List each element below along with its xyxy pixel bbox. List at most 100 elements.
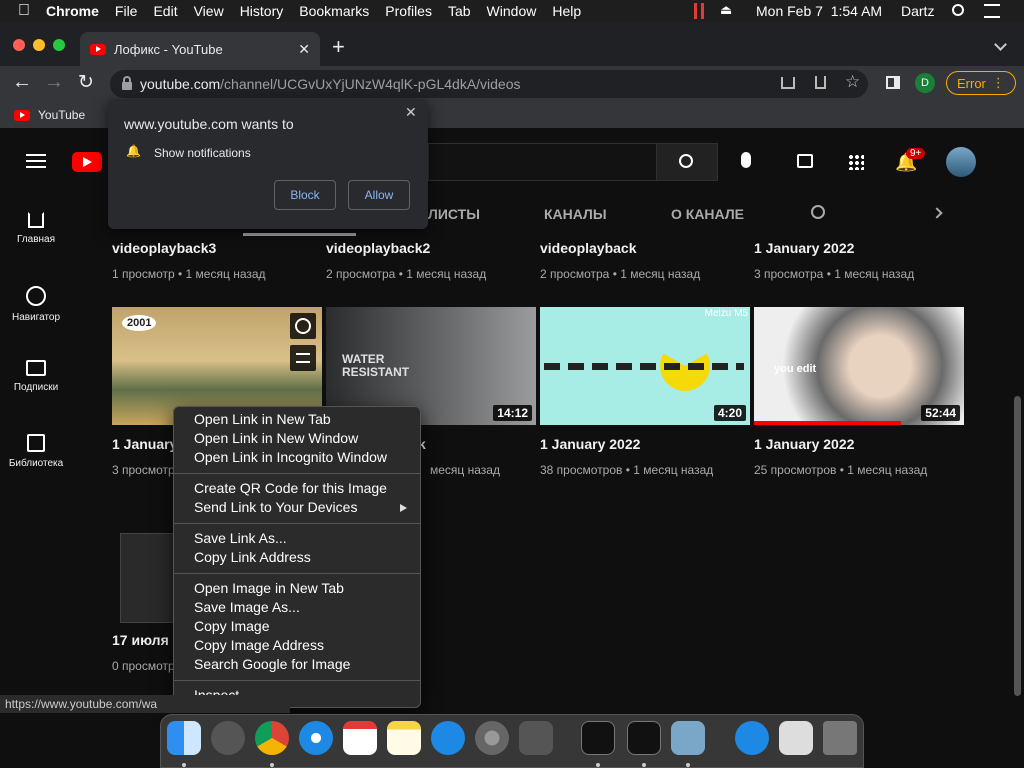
menu-item-send-link-to-devices[interactable]: Send Link to Your Devices xyxy=(194,498,357,517)
install-app-icon[interactable] xyxy=(781,77,795,89)
side-panel-icon[interactable] xyxy=(886,76,900,89)
menu-window[interactable]: Window xyxy=(479,3,545,19)
add-to-queue-icon[interactable] xyxy=(290,345,316,371)
video-title[interactable]: videoplayback xyxy=(540,240,637,256)
window-minimize-button[interactable] xyxy=(33,39,45,51)
menu-item-open-link-incognito[interactable]: Open Link in Incognito Window xyxy=(194,448,387,467)
menu-item-open-link-new-tab[interactable]: Open Link in New Tab xyxy=(194,410,331,429)
sidebar-item-subscriptions[interactable]: Подписки xyxy=(0,360,72,393)
bookmark-star-icon[interactable]: ☆ xyxy=(845,72,860,92)
apps-grid-icon[interactable] xyxy=(848,154,864,170)
voice-search-mic-icon[interactable] xyxy=(741,152,751,168)
menu-app-name[interactable]: Chrome xyxy=(38,3,107,19)
tab-playlists[interactable]: ЛИСТЫ xyxy=(428,206,480,222)
share-icon[interactable] xyxy=(815,76,826,89)
terminal-icon[interactable] xyxy=(581,721,615,755)
lock-icon[interactable] xyxy=(122,76,132,90)
sidebar-item-home[interactable]: Главная xyxy=(0,212,72,245)
error-button[interactable]: Error ⋮ xyxy=(946,71,1016,95)
launchpad-icon[interactable] xyxy=(211,721,245,755)
control-center-icon[interactable] xyxy=(984,4,1000,18)
popup-close-icon[interactable]: ✕ xyxy=(405,104,417,121)
finder-icon[interactable] xyxy=(167,721,201,755)
menu-view[interactable]: View xyxy=(186,3,232,19)
roblox-icon[interactable] xyxy=(519,721,553,755)
video-title[interactable]: 1 January 2022 xyxy=(754,436,854,452)
spotlight-search-icon[interactable] xyxy=(952,4,964,16)
menu-edit[interactable]: Edit xyxy=(145,3,185,19)
bookmark-youtube[interactable]: YouTube xyxy=(14,108,85,122)
block-button[interactable]: Block xyxy=(274,180,336,210)
window-close-button[interactable] xyxy=(13,39,25,51)
safari-icon[interactable] xyxy=(299,721,333,755)
menu-item-open-link-new-window[interactable]: Open Link in New Window xyxy=(194,429,358,448)
menu-item-save-image-as[interactable]: Save Image As... xyxy=(194,598,300,617)
window-zoom-button[interactable] xyxy=(53,39,65,51)
chrome-icon[interactable] xyxy=(255,721,289,755)
profile-avatar[interactable]: D xyxy=(915,73,935,93)
video-thumbnail[interactable] xyxy=(120,533,180,623)
notes-icon[interactable] xyxy=(387,721,421,755)
pellet-row xyxy=(544,363,744,370)
running-indicator xyxy=(686,763,690,767)
tab-about[interactable]: О КАНАЛЕ xyxy=(671,206,744,222)
menubar-datetime[interactable]: Mon Feb 7 1:54 AM xyxy=(756,3,882,19)
record-icon[interactable] xyxy=(694,3,704,19)
allow-button[interactable]: Allow xyxy=(348,180,410,210)
menu-file[interactable]: File xyxy=(107,3,146,19)
watch-later-clock-icon[interactable] xyxy=(290,313,316,339)
video-title[interactable]: 1 January 2022 xyxy=(754,240,854,256)
video-title[interactable]: 17 июля 2 xyxy=(112,632,180,648)
apple-icon[interactable]:  xyxy=(0,2,38,20)
video-title[interactable]: 1 January xyxy=(112,436,177,452)
menu-item-copy-link-address[interactable]: Copy Link Address xyxy=(194,548,311,567)
app-store-icon[interactable] xyxy=(431,721,465,755)
sidebar-item-library[interactable]: Библиотека xyxy=(0,434,72,469)
trash-icon[interactable] xyxy=(823,721,857,755)
reload-icon[interactable]: ↻ xyxy=(78,71,94,94)
forward-arrow-icon[interactable]: → xyxy=(44,71,64,94)
channel-search-icon[interactable] xyxy=(811,205,825,219)
bell-icon: 🔔 xyxy=(126,144,141,158)
youtube-logo-icon[interactable] xyxy=(72,152,102,172)
menu-help[interactable]: Help xyxy=(544,3,589,19)
menu-item-open-image-new-tab[interactable]: Open Image in New Tab xyxy=(194,579,344,598)
app-store-2-icon[interactable] xyxy=(735,721,769,755)
search-button[interactable] xyxy=(656,143,718,181)
video-meta: 1 просмотр • 1 месяц назад xyxy=(112,267,266,281)
menu-item-create-qr-code[interactable]: Create QR Code for this Image xyxy=(194,479,387,498)
tab-channels[interactable]: КАНАЛЫ xyxy=(544,206,607,222)
create-video-icon[interactable] xyxy=(797,154,813,168)
menu-tab[interactable]: Tab xyxy=(440,3,479,19)
video-title[interactable]: videoplayback2 xyxy=(326,240,430,256)
screen-recorder-icon[interactable] xyxy=(671,721,705,755)
back-arrow-icon[interactable]: ← xyxy=(12,71,32,94)
eject-icon[interactable]: ⏏ xyxy=(720,2,732,18)
menu-item-copy-image[interactable]: Copy Image xyxy=(194,617,269,636)
calendar-icon[interactable] xyxy=(343,721,377,755)
documents-icon[interactable] xyxy=(779,721,813,755)
menu-item-copy-image-address[interactable]: Copy Image Address xyxy=(194,636,324,655)
omnibox[interactable]: youtube.com /channel/UCGvUxYjUNzW4qlK-pG… xyxy=(110,70,868,98)
video-title[interactable]: videoplayback3 xyxy=(112,240,216,256)
new-tab-button[interactable]: + xyxy=(332,34,345,60)
menubar-user[interactable]: Dartz xyxy=(901,3,934,19)
terminal-2-icon[interactable] xyxy=(627,721,661,755)
menu-item-save-link-as[interactable]: Save Link As... xyxy=(194,529,287,548)
menu-profiles[interactable]: Profiles xyxy=(377,3,440,19)
sidebar-item-explore[interactable]: Навигатор xyxy=(0,286,72,323)
hamburger-menu-icon[interactable] xyxy=(26,154,46,168)
video-title[interactable]: 1 January 2022 xyxy=(540,436,640,452)
page-scrollbar-thumb[interactable] xyxy=(1014,396,1021,696)
popup-title: www.youtube.com wants to xyxy=(124,116,294,132)
browser-tab-active[interactable]: Лофикс - YouTube ✕ xyxy=(80,32,320,66)
video-thumbnail[interactable]: Meizu M5 4:20 xyxy=(540,307,750,425)
account-avatar[interactable] xyxy=(946,147,976,177)
menu-item-search-google-for-image[interactable]: Search Google for Image xyxy=(194,655,350,674)
menu-bookmarks[interactable]: Bookmarks xyxy=(291,3,377,19)
tab-close-icon[interactable]: ✕ xyxy=(298,41,310,58)
menu-history[interactable]: History xyxy=(232,3,292,19)
video-thumbnail[interactable]: you edit 52:44 xyxy=(754,307,964,425)
system-preferences-icon[interactable] xyxy=(475,721,509,755)
search-box[interactable] xyxy=(428,143,656,181)
